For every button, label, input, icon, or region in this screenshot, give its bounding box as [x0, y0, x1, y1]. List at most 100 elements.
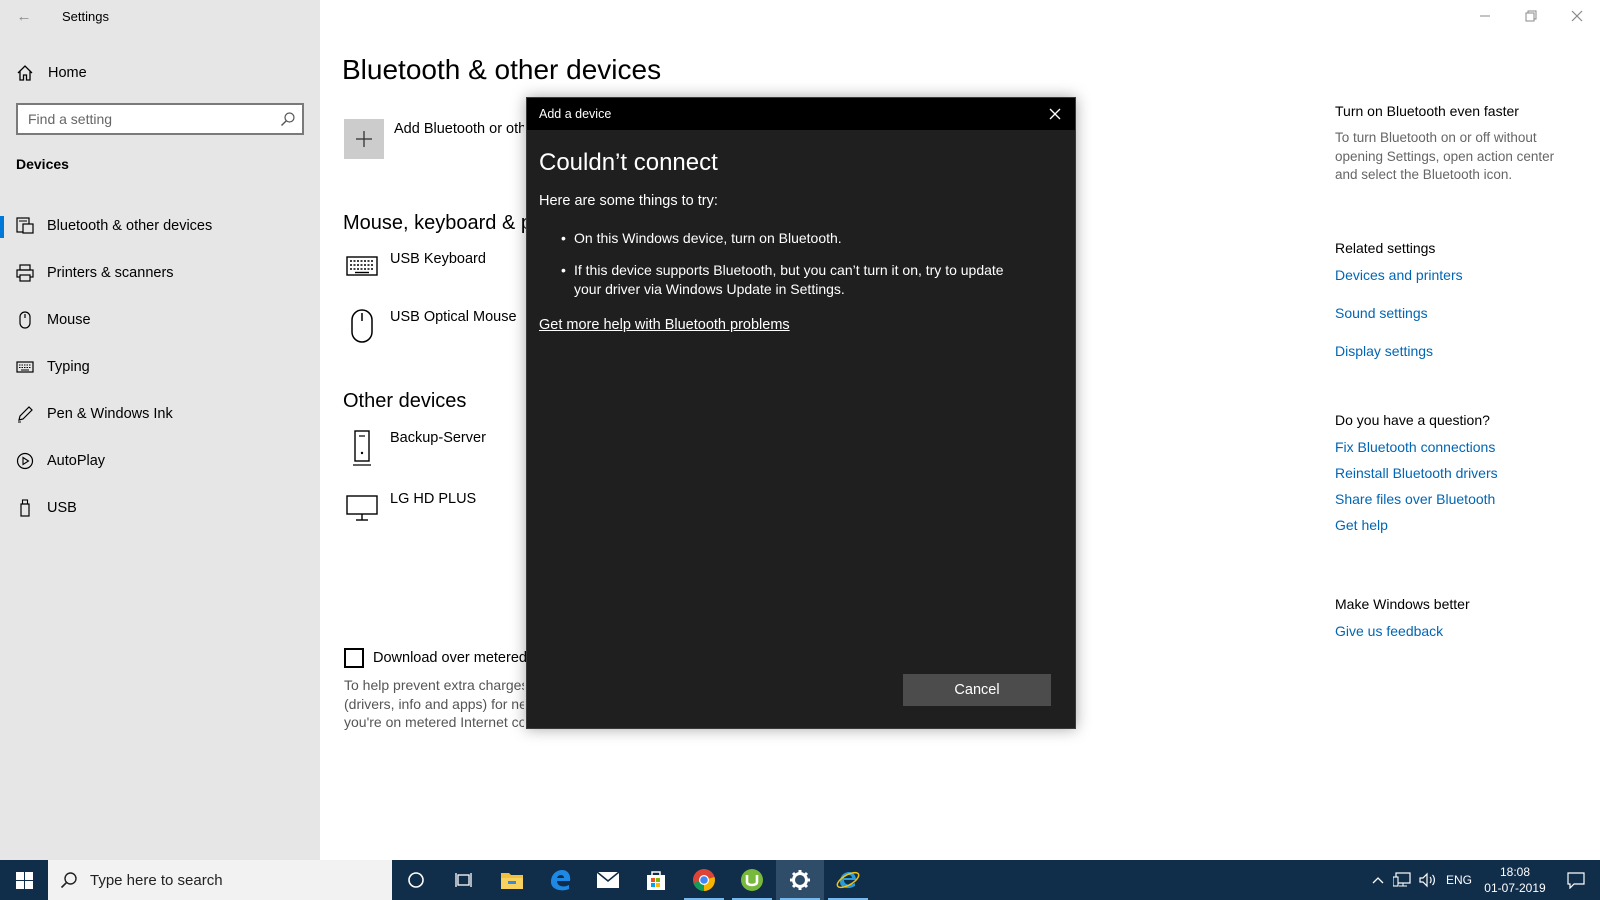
volume-tray-button[interactable]: [1416, 860, 1440, 900]
taskbar: Type here to search ENG 18:08 01-07-2019: [0, 860, 1600, 900]
show-hidden-icons-button[interactable]: [1368, 860, 1388, 900]
chrome-icon: [693, 869, 715, 891]
bullet-dot: •: [561, 230, 566, 246]
language-indicator[interactable]: ENG: [1444, 860, 1474, 900]
link-reinstall-drivers[interactable]: Reinstall Bluetooth drivers: [1335, 465, 1585, 481]
sidebar-item-typing[interactable]: Typing: [0, 347, 320, 387]
device-name: Backup-Server: [390, 430, 486, 446]
sidebar-item-mouse[interactable]: Mouse: [0, 300, 320, 340]
close-icon: [1571, 10, 1583, 22]
metered-download-toggle[interactable]: Download over metered: [344, 648, 533, 668]
dialog-bullet: • On this Windows device, turn on Blueto…: [561, 229, 1014, 248]
store-button[interactable]: [632, 860, 680, 900]
add-device-button[interactable]: [344, 119, 384, 159]
edge-button[interactable]: [536, 860, 584, 900]
link-share-files[interactable]: Share files over Bluetooth: [1335, 491, 1585, 507]
sidebar-item-usb[interactable]: USB: [0, 488, 320, 528]
bluetooth-faster-title: Turn on Bluetooth even faster: [1335, 103, 1519, 119]
bluetooth-help-link[interactable]: Get more help with Bluetooth problems: [539, 317, 790, 333]
search-icon[interactable]: [280, 111, 296, 127]
cortana-icon: [408, 872, 424, 888]
metered-checkbox[interactable]: [344, 648, 364, 668]
internet-explorer-button[interactable]: [824, 860, 872, 900]
device-backup-server[interactable]: Backup-Server: [344, 430, 486, 476]
dialog-intro: Here are some things to try:: [539, 193, 718, 209]
link-give-feedback[interactable]: Give us feedback: [1335, 623, 1585, 639]
bullet-text: On this Windows device, turn on Bluetoot…: [574, 230, 842, 246]
restore-icon: [1525, 10, 1537, 22]
sidebar-item-label: Bluetooth & other devices: [47, 218, 213, 234]
taskbar-search-box[interactable]: Type here to search: [48, 860, 392, 900]
device-usb-optical-mouse[interactable]: USB Optical Mouse: [344, 309, 517, 355]
system-clock[interactable]: 18:08 01-07-2019: [1476, 864, 1554, 896]
utorrent-icon: [741, 869, 763, 891]
dialog-title: Add a device: [539, 107, 612, 121]
home-icon: [17, 65, 33, 81]
sidebar-item-autoplay[interactable]: AutoPlay: [0, 441, 320, 481]
action-center-button[interactable]: [1556, 860, 1596, 900]
chrome-button[interactable]: [680, 860, 728, 900]
question-section: Do you have a question? Fix Bluetooth co…: [1335, 412, 1585, 533]
file-explorer-button[interactable]: [488, 860, 536, 900]
settings-search-input[interactable]: [18, 105, 268, 133]
windows-logo-icon: [15, 871, 33, 889]
settings-taskbar-button[interactable]: [776, 860, 824, 900]
back-arrow-icon[interactable]: ←: [14, 6, 34, 28]
sidebar-item-label: Mouse: [47, 312, 91, 328]
server-icon: [344, 430, 380, 466]
device-name: USB Optical Mouse: [390, 309, 517, 325]
link-sound-settings[interactable]: Sound settings: [1335, 305, 1585, 321]
sidebar-item-label: Pen & Windows Ink: [47, 406, 173, 422]
device-name: LG HD PLUS: [390, 491, 477, 507]
metered-desc-line: (drivers, info and apps) for ne: [344, 695, 524, 712]
sidebar-item-label: Typing: [47, 359, 90, 375]
link-get-help[interactable]: Get help: [1335, 517, 1585, 533]
cortana-button[interactable]: [392, 860, 440, 900]
edge-icon: [551, 870, 571, 891]
link-fix-bluetooth[interactable]: Fix Bluetooth connections: [1335, 439, 1585, 455]
link-display-settings[interactable]: Display settings: [1335, 343, 1585, 359]
network-tray-button[interactable]: [1390, 860, 1414, 900]
metered-desc-line: To help prevent extra charges: [344, 677, 524, 693]
cancel-button[interactable]: Cancel: [903, 674, 1051, 706]
network-icon: [1393, 872, 1411, 887]
dialog-bullet: • If this device supports Bluetooth, but…: [561, 261, 1014, 298]
minimize-icon: [1480, 15, 1490, 17]
mail-button[interactable]: [584, 860, 632, 900]
devices-section-label: Devices: [16, 156, 69, 172]
utorrent-button[interactable]: [728, 860, 776, 900]
sidebar-item-bluetooth[interactable]: Bluetooth & other devices: [0, 206, 320, 246]
taskbar-search-text: Type here to search: [90, 871, 223, 889]
usb-icon: [15, 498, 35, 518]
task-view-icon: [455, 873, 472, 887]
start-button[interactable]: [0, 860, 48, 900]
plus-icon: [356, 131, 372, 147]
add-device-dialog: Add a device Couldn’t connect Here are s…: [526, 97, 1076, 729]
settings-search-box[interactable]: [16, 103, 304, 135]
printer-icon: [15, 263, 35, 283]
restore-button[interactable]: [1508, 0, 1554, 32]
minimize-button[interactable]: [1462, 0, 1508, 32]
sidebar-item-label: Printers & scanners: [47, 265, 174, 281]
sidebar-item-pen[interactable]: Pen & Windows Ink: [0, 394, 320, 434]
dialog-close-button[interactable]: [1043, 103, 1067, 125]
volume-icon: [1419, 872, 1435, 888]
app-title: Settings: [62, 9, 109, 24]
windows-better-section: Make Windows better Give us feedback: [1335, 596, 1585, 639]
task-view-button[interactable]: [440, 860, 488, 900]
autoplay-icon: [15, 451, 35, 471]
chevron-up-icon: [1372, 877, 1384, 884]
device-lg-hd-plus[interactable]: LG HD PLUS: [344, 491, 476, 537]
home-nav-item[interactable]: Home: [16, 62, 87, 84]
link-devices-and-printers[interactable]: Devices and printers: [1335, 267, 1585, 283]
clock-time: 18:08: [1499, 865, 1531, 879]
device-usb-keyboard[interactable]: USB Keyboard: [344, 251, 486, 297]
sidebar-item-label: USB: [47, 500, 77, 516]
add-device-label[interactable]: Add Bluetooth or oth: [394, 121, 524, 137]
keyboard-icon: [344, 251, 380, 287]
dialog-titlebar: Add a device: [527, 98, 1075, 130]
search-icon: [60, 872, 77, 889]
sidebar-item-printers[interactable]: Printers & scanners: [0, 253, 320, 293]
notification-icon: [1567, 872, 1585, 889]
close-button[interactable]: [1554, 0, 1600, 32]
